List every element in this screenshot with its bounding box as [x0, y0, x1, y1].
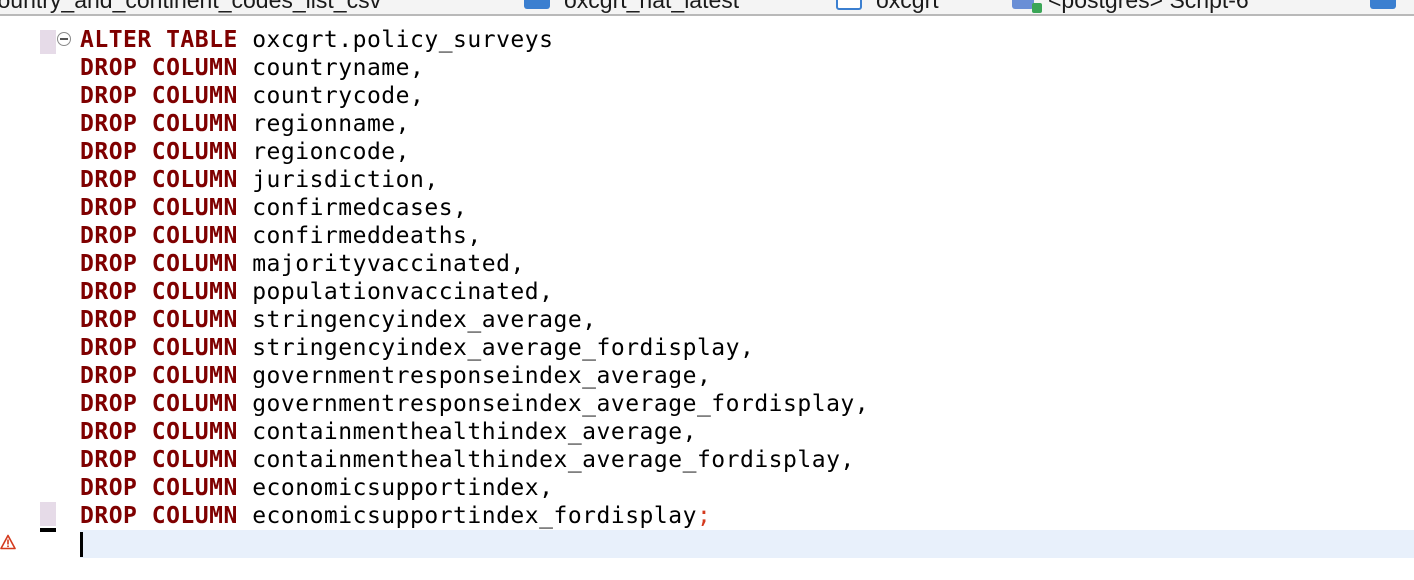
code-line[interactable]: DROP COLUMN populationvaccinated, — [80, 278, 869, 306]
sql-script-icon — [1012, 0, 1042, 13]
sql-identifier: confirmeddeaths — [252, 223, 468, 249]
statement-terminator: , — [424, 167, 439, 193]
statement-terminator: , — [854, 391, 870, 417]
code-line[interactable]: DROP COLUMN countryname, — [80, 54, 869, 82]
gutter-dash — [40, 528, 56, 532]
statement-terminator: , — [467, 223, 482, 249]
sql-identifier: regionname — [252, 111, 396, 137]
sql-keyword: DROP COLUMN — [80, 503, 238, 529]
sql-identifier: economicsupportindex — [252, 475, 540, 501]
tab-label: <postgres> Script-6 — [1048, 0, 1249, 14]
tab-country-and-continent-codes[interactable]: country_and_continent_codes_list_csv — [0, 0, 381, 13]
sql-keyword: DROP COLUMN — [80, 223, 238, 249]
sql-keyword: DROP COLUMN — [80, 111, 238, 137]
tab-oxcgrt[interactable]: oxcgrt — [836, 0, 939, 13]
statement-terminator: , — [682, 419, 697, 445]
sql-identifier: oxcgrt.policy_surveys — [252, 27, 554, 53]
code-line[interactable]: DROP COLUMN confirmeddeaths, — [80, 222, 869, 250]
statement-terminator: , — [395, 139, 411, 165]
sql-keyword: DROP COLUMN — [80, 279, 238, 305]
sql-keyword: DROP COLUMN — [80, 251, 238, 277]
sql-keyword: DROP COLUMN — [80, 139, 238, 165]
code-line[interactable]: DROP COLUMN stringencyindex_average, — [80, 306, 869, 334]
statement-terminator: , — [740, 335, 755, 361]
code-line[interactable]: DROP COLUMN containmenthealthindex_avera… — [80, 418, 869, 446]
sql-identifier: containmenthealthindex_average — [252, 419, 683, 445]
sql-editor[interactable]: ALTER TABLE oxcgrt.policy_surveys DROP CO… — [0, 16, 1414, 580]
sql-keyword: DROP COLUMN — [80, 391, 238, 417]
sql-keyword: DROP COLUMN — [80, 167, 238, 193]
sql-keyword: DROP COLUMN — [80, 475, 238, 501]
statement-terminator: , — [539, 475, 554, 501]
statement-terminator: , — [453, 195, 468, 221]
table-icon — [836, 0, 862, 10]
text-cursor — [80, 532, 83, 557]
tab-label: country_and_continent_codes_list_csv — [0, 0, 381, 14]
sql-keyword: DROP COLUMN — [80, 335, 238, 361]
code-line[interactable]: DROP COLUMN majorityvaccinated, — [80, 250, 869, 278]
tab-oxcgrt-nat-latest[interactable]: oxcgrt_nat_latest — [524, 0, 739, 13]
sql-keyword: DROP COLUMN — [80, 419, 238, 445]
statement-terminator: ; — [696, 503, 712, 529]
code-line[interactable]: DROP COLUMN confirmedcases, — [80, 194, 869, 222]
table-icon — [524, 0, 550, 9]
statement-terminator: , — [395, 111, 411, 137]
statement-terminator: , — [410, 55, 425, 81]
code-line[interactable]: DROP COLUMN regioncode, — [80, 138, 869, 166]
gutter-marker — [40, 30, 56, 54]
sql-keyword: DROP COLUMN — [80, 307, 238, 333]
sql-identifier: populationvaccinated — [252, 279, 540, 305]
statement-terminator: , — [510, 251, 525, 277]
editor-tab-strip: country_and_continent_codes_list_csv oxc… — [0, 0, 1414, 16]
statement-terminator: , — [539, 279, 554, 305]
code-line[interactable]: DROP COLUMN containmenthealthindex_avera… — [80, 446, 869, 474]
code-line[interactable]: DROP COLUMN economicsupportindex, — [80, 474, 869, 502]
sql-identifier: stringencyindex_average_fordisplay — [252, 335, 740, 361]
code-line[interactable]: DROP COLUMN governmentresponseindex_aver… — [80, 390, 869, 418]
sql-identifier: governmentresponseindex_average_fordispl… — [252, 391, 855, 417]
statement-terminator: , — [840, 447, 855, 473]
code-lines: ALTER TABLE oxcgrt.policy_surveys DROP CO… — [80, 26, 869, 530]
code-line[interactable]: DROP COLUMN stringencyindex_average_ford… — [80, 334, 869, 362]
warning-triangle-icon[interactable] — [0, 534, 16, 550]
tab-label: oxcgrt — [876, 0, 939, 14]
sql-identifier: governmentresponseindex_average — [252, 363, 697, 389]
code-line[interactable]: DROP COLUMN economicsupportindex_fordisp… — [80, 502, 869, 530]
sql-keyword: DROP COLUMN — [80, 195, 238, 221]
statement-terminator: , — [410, 83, 425, 109]
code-line[interactable]: ALTER TABLE oxcgrt.policy_surveys — [80, 26, 869, 54]
tab-postgres-script-6[interactable]: <postgres> Script-6 — [1012, 0, 1249, 13]
table-icon — [1370, 0, 1396, 9]
sql-identifier: jurisdiction — [252, 167, 425, 193]
sql-identifier: countryname — [252, 55, 411, 81]
code-line[interactable]: DROP COLUMN countrycode, — [80, 82, 869, 110]
current-line-highlight — [80, 530, 1414, 558]
sql-keyword: DROP COLUMN — [80, 363, 238, 389]
statement-terminator: , — [696, 363, 712, 389]
sql-keyword: ALTER TABLE — [80, 27, 238, 53]
code-line[interactable]: DROP COLUMN jurisdiction, — [80, 166, 869, 194]
sql-editor-window: country_and_continent_codes_list_csv oxc… — [0, 0, 1414, 580]
sql-identifier: regioncode — [252, 139, 396, 165]
tab-overflow[interactable] — [1370, 0, 1410, 13]
sql-keyword: DROP COLUMN — [80, 55, 238, 81]
code-line[interactable]: DROP COLUMN regionname, — [80, 110, 869, 138]
tab-label: oxcgrt_nat_latest — [564, 0, 739, 14]
sql-identifier: confirmedcases — [252, 195, 454, 221]
sql-keyword: DROP COLUMN — [80, 447, 238, 473]
sql-identifier: containmenthealthindex_average_fordispla… — [252, 447, 841, 473]
statement-terminator: , — [582, 307, 597, 333]
sql-identifier: countrycode — [252, 83, 411, 109]
sql-keyword: DROP COLUMN — [80, 83, 238, 109]
sql-identifier: stringencyindex_average — [252, 307, 583, 333]
collapse-circle-icon[interactable] — [57, 32, 71, 46]
sql-identifier: majorityvaccinated — [252, 251, 511, 277]
code-line[interactable]: DROP COLUMN governmentresponseindex_aver… — [80, 362, 869, 390]
gutter-marker — [40, 502, 56, 526]
sql-identifier: economicsupportindex_fordisplay — [252, 503, 697, 529]
